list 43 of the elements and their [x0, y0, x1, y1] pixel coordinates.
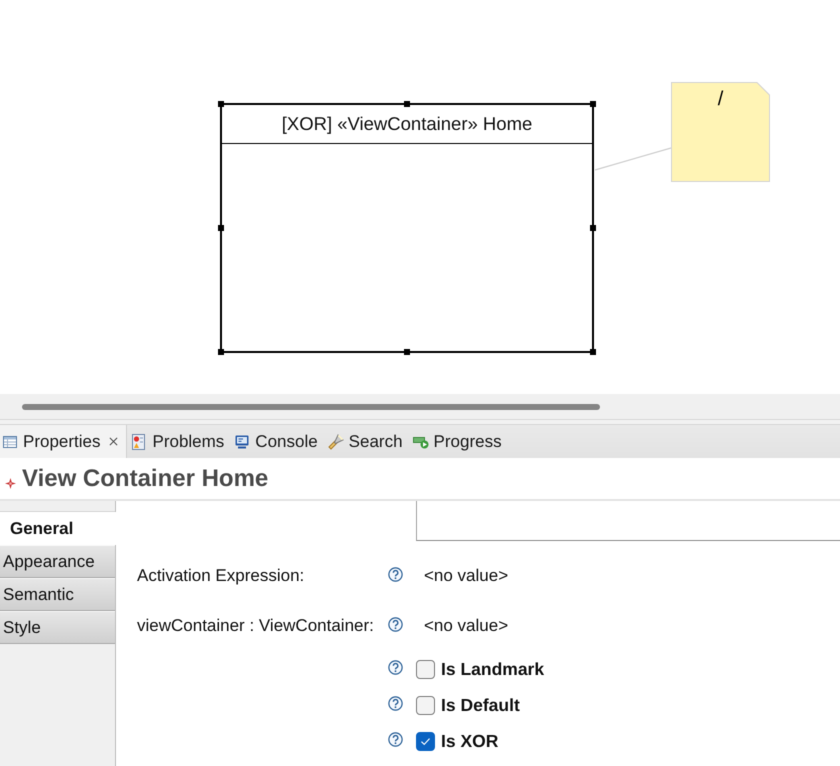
- section-tab[interactable]: Style: [0, 611, 115, 644]
- panel-title: View Container Home: [22, 464, 268, 492]
- field-label: viewContainer : ViewContainer:: [137, 616, 375, 636]
- checkbox[interactable]: [416, 660, 435, 678]
- field-label: Activation Expression:: [137, 566, 306, 586]
- resize-handle[interactable]: [590, 225, 596, 231]
- close-icon[interactable]: [109, 437, 118, 446]
- resize-handle[interactable]: [590, 101, 596, 107]
- checkmark-icon: [420, 736, 431, 746]
- help-icon[interactable]: [388, 732, 403, 746]
- field-value: <no value>: [424, 616, 508, 636]
- view-tab[interactable]: Console: [230, 425, 324, 458]
- resize-handle[interactable]: [590, 349, 596, 355]
- help-icon[interactable]: [388, 566, 403, 582]
- help-icon[interactable]: [388, 660, 403, 674]
- section-tab[interactable]: Appearance: [0, 545, 115, 578]
- resize-handle[interactable]: [218, 349, 224, 355]
- section-tab[interactable]: Semantic: [0, 578, 115, 611]
- resize-handle[interactable]: [218, 101, 224, 107]
- section-tab[interactable]: General: [0, 512, 116, 545]
- flashlight-icon: [328, 434, 344, 450]
- field-value: <no value>: [424, 566, 508, 586]
- resize-handle[interactable]: [218, 225, 224, 231]
- resize-handle[interactable]: [404, 101, 410, 107]
- checkbox[interactable]: [416, 732, 435, 750]
- help-icon[interactable]: [388, 616, 403, 632]
- scrollbar-thumb[interactable]: [22, 404, 600, 410]
- view-tab[interactable]: Search: [324, 425, 409, 458]
- checkbox-label: Is Default: [441, 694, 520, 716]
- checkbox[interactable]: [416, 696, 435, 714]
- resize-handle[interactable]: [404, 349, 410, 355]
- view-tab[interactable]: Progress: [408, 425, 508, 458]
- star-icon: [5, 478, 16, 488]
- note-text: /: [718, 88, 724, 111]
- table-icon: [2, 434, 18, 450]
- help-icon[interactable]: [388, 696, 403, 710]
- monitor-icon: [234, 434, 250, 450]
- checkbox-label: Is Landmark: [441, 658, 544, 680]
- document-error-icon: [131, 434, 148, 450]
- view-tab[interactable]: Properties: [0, 425, 128, 458]
- view-tab[interactable]: Problems: [127, 425, 230, 458]
- container-title: [XOR] «ViewContainer» Home: [282, 113, 532, 135]
- checkbox-label: Is XOR: [441, 730, 498, 752]
